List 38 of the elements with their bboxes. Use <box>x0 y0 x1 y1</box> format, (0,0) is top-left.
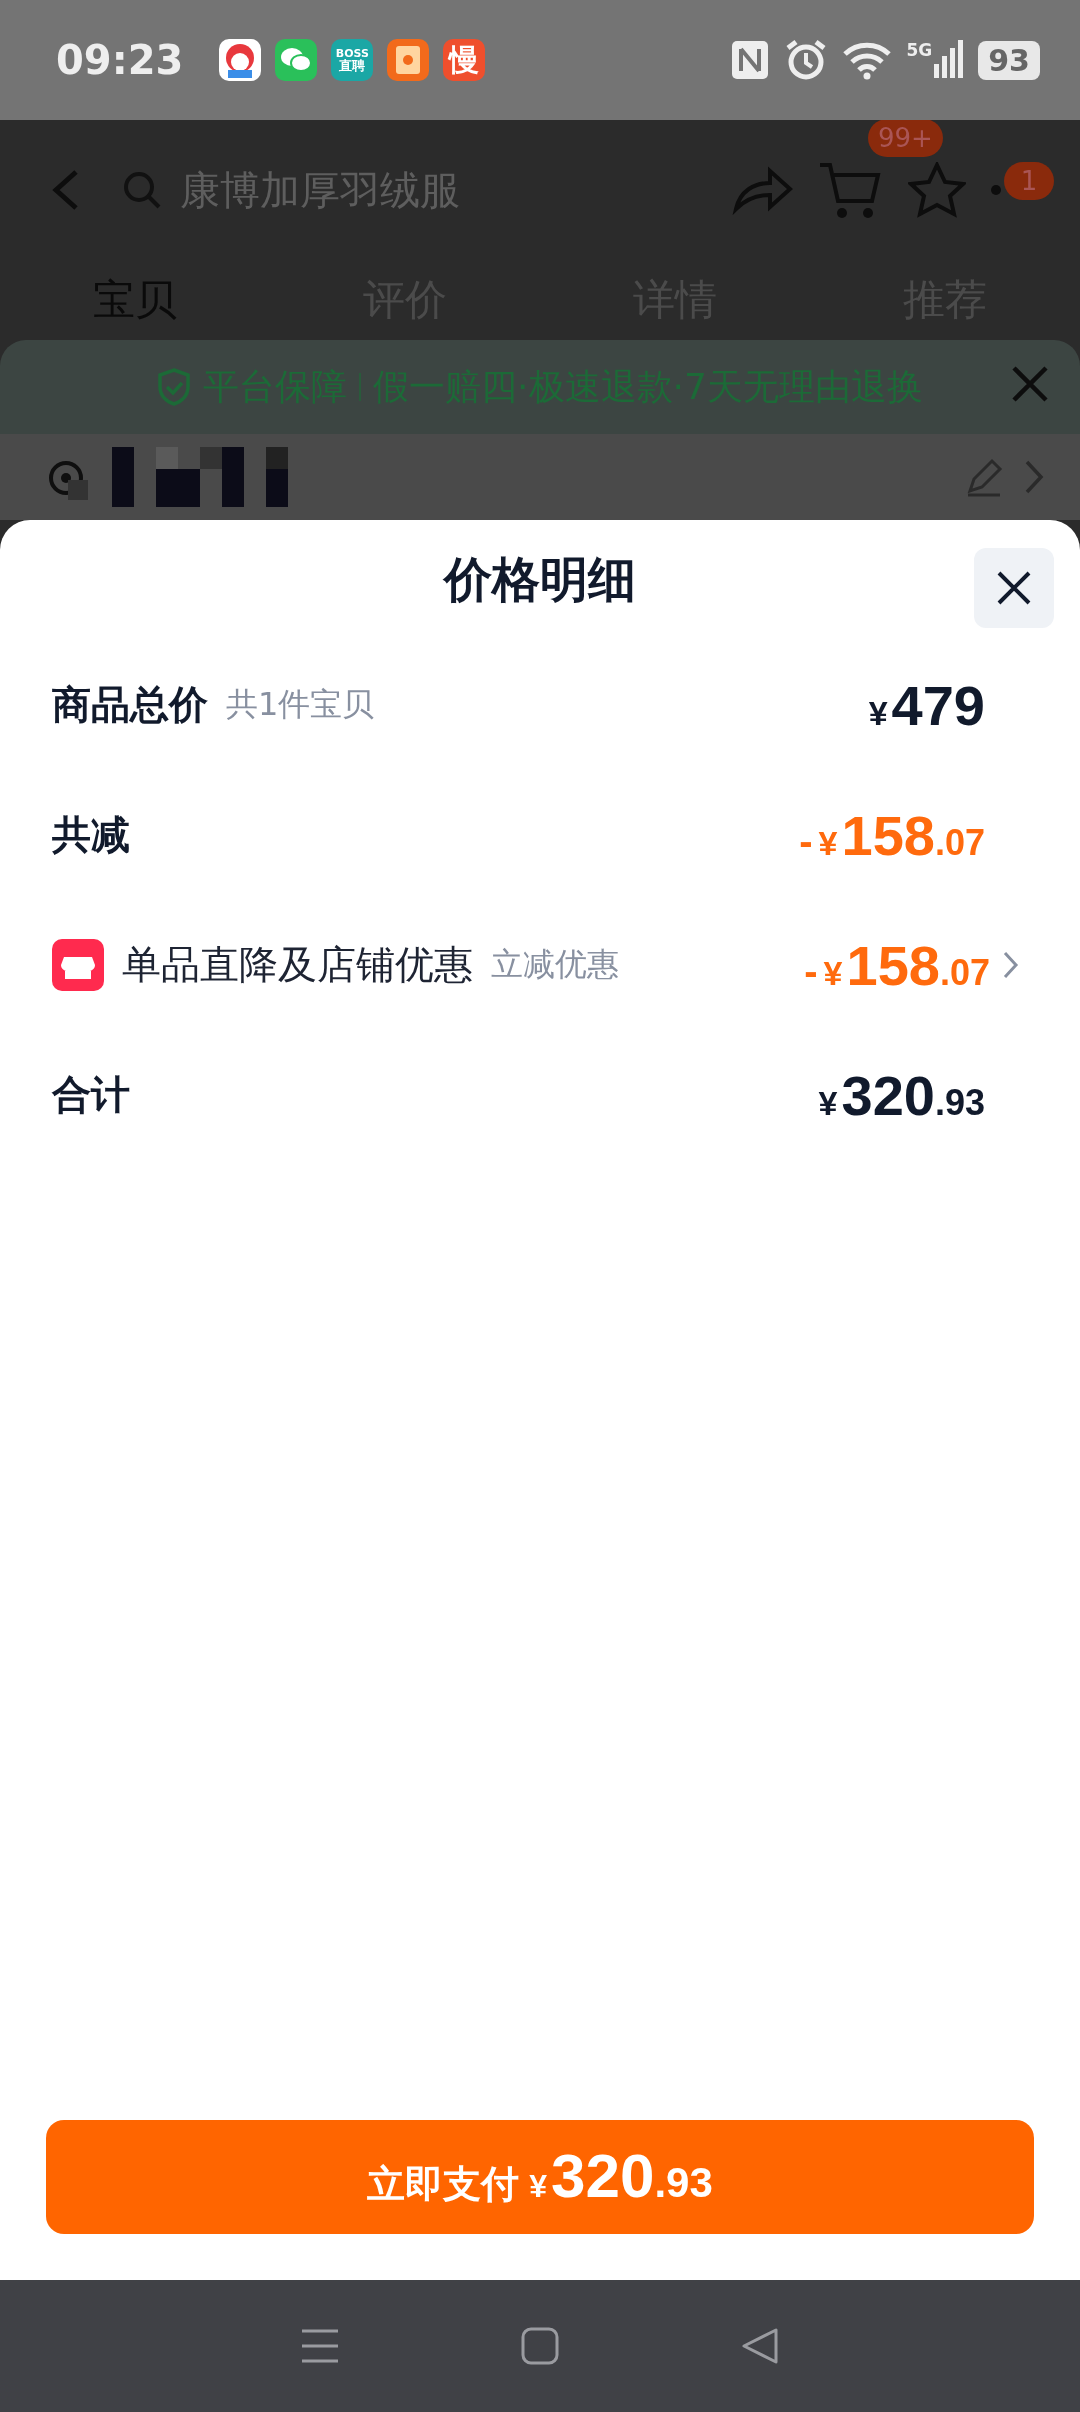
network-label: 5G <box>906 40 933 60</box>
battery-level: 93 <box>978 40 1040 80</box>
pay-button[interactable]: 立即支付 ¥320.93 <box>46 2120 1034 2234</box>
notification-icon <box>219 39 262 81</box>
notification-icon <box>275 39 318 81</box>
home-icon[interactable] <box>520 2326 560 2366</box>
notification-icon: BOSS 直聘 <box>331 39 374 81</box>
price-amount: -¥158.07 <box>799 802 985 868</box>
back-icon[interactable] <box>740 2326 780 2366</box>
row-note: 立减优惠 <box>491 944 619 985</box>
row-label: 商品总价 <box>52 681 208 729</box>
row-label: 单品直降及店铺优惠 <box>122 941 473 989</box>
chevron-icon[interactable] <box>1002 950 1020 980</box>
close-button[interactable] <box>974 548 1054 628</box>
star-icon[interactable] <box>908 162 966 218</box>
share-icon[interactable] <box>732 165 794 215</box>
store-icon <box>52 939 104 991</box>
row-label: 共减 <box>52 811 130 859</box>
chevron-icon[interactable] <box>1024 459 1044 495</box>
cart-badge: 99+ <box>868 120 943 157</box>
wifi-icon <box>842 40 893 80</box>
status-time: 09:23 <box>56 37 184 83</box>
row-note: 共1件宝贝 <box>226 684 375 725</box>
price-amount: ¥479 <box>868 672 985 738</box>
signal-icon <box>934 40 965 80</box>
nfc-icon <box>730 39 771 81</box>
search-icon <box>122 170 162 210</box>
row-label: 合计 <box>52 1071 130 1119</box>
close-icon <box>996 570 1032 606</box>
notification-icon: 慢 <box>443 39 486 81</box>
sheet-title: 价格明细 <box>444 550 636 609</box>
close-icon <box>1010 364 1050 404</box>
shield-icon <box>157 368 192 406</box>
notification-badge: 1 <box>1004 162 1054 200</box>
menu-icon[interactable] <box>300 2328 340 2364</box>
price-amount: -¥158.07 <box>804 932 990 998</box>
price-amount: ¥320.93 <box>818 1062 985 1128</box>
notification-icon <box>387 39 430 81</box>
